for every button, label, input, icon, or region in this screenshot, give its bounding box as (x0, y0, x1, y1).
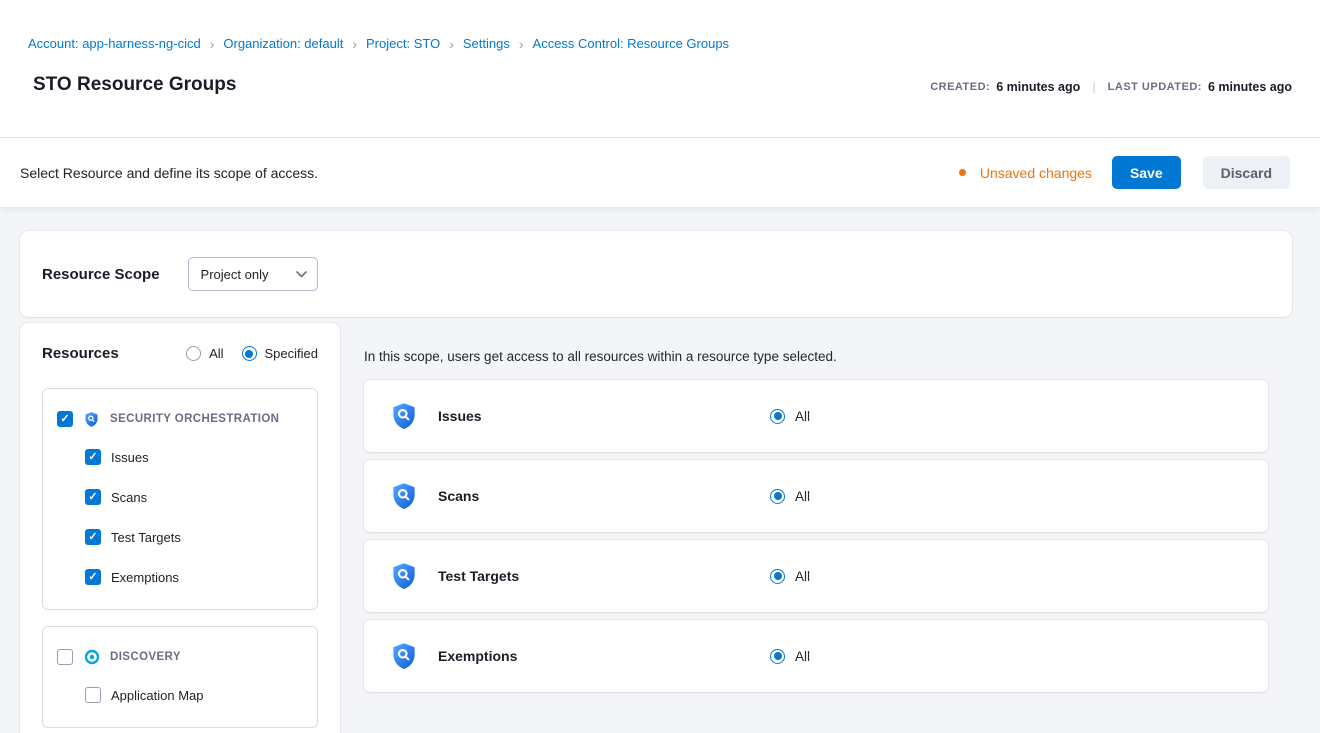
breadcrumb-account[interactable]: Account: app-harness-ng-cicd (28, 36, 201, 51)
access-all-radio[interactable]: All (770, 569, 810, 584)
resources-title: Resources (42, 345, 119, 362)
breadcrumb-organization[interactable]: Organization: default (223, 36, 343, 51)
shield-search-icon (388, 478, 420, 514)
app-root: Account: app-harness-ng-cicd › Organizat… (0, 0, 1320, 733)
item-label: Scans (111, 490, 147, 505)
item-label: Issues (111, 450, 149, 465)
item-checkbox[interactable] (85, 449, 101, 465)
radio-label: All (795, 409, 810, 424)
resource-scope-card: Resource Scope Project only (20, 231, 1292, 317)
group-checkbox[interactable] (57, 411, 73, 427)
resource-access-row-issues: Issues All (364, 380, 1268, 452)
resource-item-application-map[interactable]: Application Map (85, 675, 303, 715)
item-checkbox[interactable] (85, 569, 101, 585)
breadcrumb-project[interactable]: Project: STO (366, 36, 440, 51)
radio-label: All (795, 649, 810, 664)
item-checkbox[interactable] (85, 529, 101, 545)
meta-divider: | (1092, 79, 1095, 94)
unsaved-changes-indicator: Unsaved changes (959, 165, 1092, 181)
breadcrumb: Account: app-harness-ng-cicd › Organizat… (28, 36, 1292, 51)
resource-group-discovery: DISCOVERY Application Map (42, 626, 318, 728)
group-name: SECURITY ORCHESTRATION (110, 413, 279, 425)
radio-specified[interactable]: Specified (242, 346, 318, 361)
unsaved-dot-icon (959, 169, 966, 176)
radio-icon (770, 409, 785, 424)
resource-item-scans[interactable]: Scans (85, 477, 303, 517)
save-button[interactable]: Save (1112, 156, 1181, 189)
group-name: DISCOVERY (110, 651, 181, 663)
resource-access-row-scans: Scans All (364, 460, 1268, 532)
radio-icon (770, 569, 785, 584)
created-value: 6 minutes ago (996, 80, 1080, 94)
radio-label: All (795, 569, 810, 584)
group-header[interactable]: DISCOVERY (57, 639, 303, 675)
discovery-icon (83, 649, 100, 666)
shield-search-icon (388, 638, 420, 674)
resource-scope-selected-value: Project only (201, 267, 269, 282)
toolbar-description: Select Resource and define its scope of … (20, 165, 318, 181)
resource-access-row-exemptions: Exemptions All (364, 620, 1268, 692)
radio-label: All (795, 489, 810, 504)
item-label: Exemptions (111, 570, 179, 585)
unsaved-changes-label: Unsaved changes (980, 165, 1092, 181)
item-checkbox[interactable] (85, 687, 101, 703)
resource-item-test-targets[interactable]: Test Targets (85, 517, 303, 557)
page-title: STO Resource Groups (33, 74, 236, 96)
resource-scope-label: Resource Scope (42, 266, 160, 283)
last-updated-label: LAST UPDATED: (1108, 81, 1202, 93)
chevron-right-icon: › (449, 37, 454, 51)
meta-info: CREATED: 6 minutes ago | LAST UPDATED: 6… (930, 79, 1292, 96)
resource-type-label: Test Targets (438, 568, 770, 584)
discard-button[interactable]: Discard (1203, 156, 1290, 189)
toolbar-actions: Unsaved changes Save Discard (959, 156, 1290, 189)
breadcrumb-settings[interactable]: Settings (463, 36, 510, 51)
chevron-down-icon (296, 271, 307, 278)
created-label: CREATED: (930, 81, 990, 93)
scope-detail-description: In this scope, users get access to all r… (364, 349, 1268, 364)
main-content: Resource Scope Project only Resources Al… (0, 207, 1320, 733)
action-toolbar: Select Resource and define its scope of … (0, 138, 1320, 207)
resource-item-issues[interactable]: Issues (85, 437, 303, 477)
radio-icon (242, 346, 257, 361)
resource-type-label: Exemptions (438, 648, 770, 664)
access-all-radio[interactable]: All (770, 649, 810, 664)
group-header[interactable]: SECURITY ORCHESTRATION (57, 401, 303, 437)
group-checkbox[interactable] (57, 649, 73, 665)
resource-type-label: Issues (438, 408, 770, 424)
resource-type-label: Scans (438, 488, 770, 504)
radio-all[interactable]: All (186, 346, 223, 361)
access-all-radio[interactable]: All (770, 409, 810, 424)
chevron-right-icon: › (352, 37, 357, 51)
resources-filter-radios: All Specified (186, 346, 318, 361)
item-label: Test Targets (111, 530, 181, 545)
radio-icon (770, 489, 785, 504)
shield-search-icon (388, 398, 420, 434)
content-columns: Resources All Specified (20, 323, 1292, 733)
resource-group-security-orchestration: SECURITY ORCHESTRATION Issues Scans Test… (42, 388, 318, 610)
item-checkbox[interactable] (85, 489, 101, 505)
radio-all-label: All (209, 346, 223, 361)
chevron-right-icon: › (519, 37, 524, 51)
radio-icon (186, 346, 201, 361)
resource-access-row-test-targets: Test Targets All (364, 540, 1268, 612)
chevron-right-icon: › (210, 37, 215, 51)
resources-panel-header: Resources All Specified (42, 345, 318, 362)
shield-search-icon (83, 411, 100, 428)
resource-scope-dropdown[interactable]: Project only (188, 257, 318, 291)
title-row: STO Resource Groups CREATED: 6 minutes a… (28, 74, 1292, 96)
breadcrumb-access-control[interactable]: Access Control: Resource Groups (533, 36, 730, 51)
item-label: Application Map (111, 688, 204, 703)
scope-detail: In this scope, users get access to all r… (364, 323, 1292, 700)
shield-search-icon (388, 558, 420, 594)
access-all-radio[interactable]: All (770, 489, 810, 504)
last-updated-value: 6 minutes ago (1208, 80, 1292, 94)
radio-icon (770, 649, 785, 664)
radio-specified-label: Specified (265, 346, 318, 361)
page-header: Account: app-harness-ng-cicd › Organizat… (0, 0, 1320, 138)
resources-panel: Resources All Specified (20, 323, 340, 733)
resource-item-exemptions[interactable]: Exemptions (85, 557, 303, 597)
